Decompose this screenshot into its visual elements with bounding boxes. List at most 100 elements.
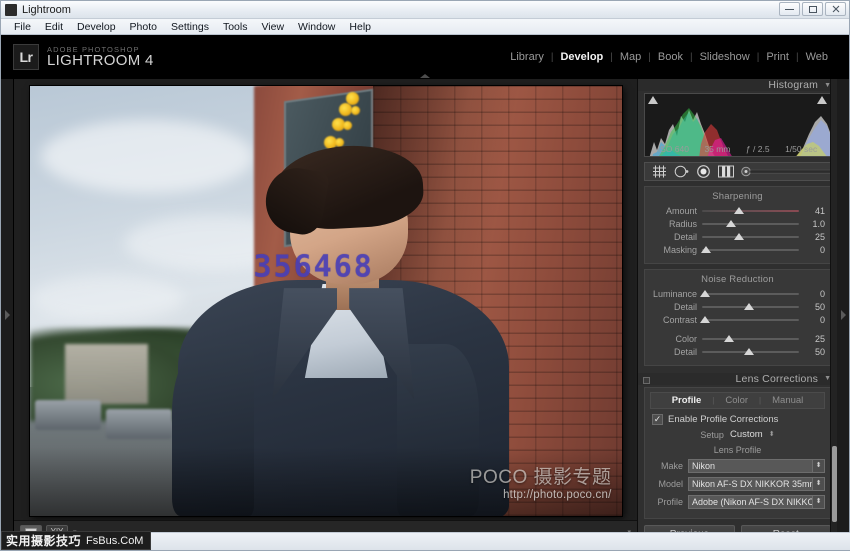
highlight-clipping-icon[interactable] xyxy=(817,96,827,105)
lens-model-dropdown[interactable]: Nikon AF-S DX NIKKOR 35mm... ⬍ xyxy=(688,476,825,491)
sharpening-section: Sharpening Amount 41 Radius 1.0 Detail 2… xyxy=(644,185,831,264)
crop-overlay-icon[interactable] xyxy=(652,165,667,178)
close-button[interactable] xyxy=(825,2,846,16)
exif-aperture: ƒ / 2.5 xyxy=(745,144,770,155)
adjustment-brush-icon[interactable] xyxy=(741,166,837,177)
menu-item-help[interactable]: Help xyxy=(342,21,378,33)
menu-item-settings[interactable]: Settings xyxy=(164,21,216,33)
module-print[interactable]: Print xyxy=(759,51,796,63)
lens-make-row[interactable]: Make Nikon ⬍ xyxy=(650,458,825,473)
right-panel-scrollbar[interactable] xyxy=(830,79,837,550)
lens-profile-title: Lens Profile xyxy=(713,445,762,455)
lens-corrections-header[interactable]: Lens Corrections ▼ xyxy=(638,372,837,385)
slider-label: Detail xyxy=(673,302,697,313)
chevron-right-icon xyxy=(4,309,10,320)
slider-track[interactable] xyxy=(699,289,799,300)
slider-color-detail[interactable]: Detail 50 xyxy=(650,346,825,359)
right-panel-collapse-toggle[interactable] xyxy=(837,79,849,550)
lens-corrections-title: Lens Corrections xyxy=(735,372,819,385)
menu-item-file[interactable]: File xyxy=(7,21,38,33)
slider-label: Amount xyxy=(665,206,697,217)
slider-detail[interactable]: Detail 25 xyxy=(650,231,825,244)
tab-manual[interactable]: Manual xyxy=(765,395,810,406)
work-area: 356468 POCO 摄影专题 http://photo.poco.cn/ Y… xyxy=(1,79,849,550)
enable-profile-corrections-row[interactable]: ✓ Enable Profile Corrections xyxy=(652,414,825,425)
slider-track[interactable] xyxy=(702,347,799,358)
slider-label: Detail xyxy=(673,347,697,358)
menu-item-view[interactable]: View xyxy=(254,21,291,33)
lens-profile-row[interactable]: Profile Adobe (Nikon AF-S DX NIKKO... ⬍ xyxy=(650,494,825,509)
stepper-icon[interactable]: ⬍ xyxy=(769,431,775,438)
slider-label: Color xyxy=(675,334,697,345)
module-library[interactable]: Library xyxy=(503,51,551,63)
module-book[interactable]: Book xyxy=(651,51,690,63)
slider-luminance-detail[interactable]: Detail 50 xyxy=(650,301,825,314)
slider-label: Contrast xyxy=(662,315,697,326)
minimize-button[interactable] xyxy=(779,2,800,16)
lens-corrections-tabs: Profile | Color | Manual xyxy=(650,392,825,409)
stepper-icon[interactable]: ⬍ xyxy=(812,477,824,490)
slider-color[interactable]: Color 25 xyxy=(650,333,825,346)
checkbox-enable-profile-corrections[interactable]: ✓ xyxy=(652,414,663,425)
slider-track[interactable] xyxy=(702,206,799,217)
histogram-header[interactable]: Histogram ▼ xyxy=(638,79,837,92)
photo-frame[interactable]: 356468 POCO 摄影专题 http://photo.poco.cn/ xyxy=(29,86,622,516)
slider-amount[interactable]: Amount 41 xyxy=(650,205,825,218)
menu-item-develop[interactable]: Develop xyxy=(70,21,123,33)
slider-masking[interactable]: Masking 0 xyxy=(650,244,825,257)
red-eye-icon[interactable] xyxy=(696,165,711,178)
menu-item-edit[interactable]: Edit xyxy=(38,21,70,33)
lens-make-dropdown[interactable]: Nikon ⬍ xyxy=(688,458,825,473)
slider-value: 1.0 xyxy=(812,219,825,230)
shadow-clipping-icon[interactable] xyxy=(648,96,658,105)
module-slideshow[interactable]: Slideshow xyxy=(693,51,757,63)
lens-profile-value: Adobe (Nikon AF-S DX NIKKO... xyxy=(692,496,821,507)
spot-removal-icon[interactable] xyxy=(674,165,689,178)
scrollbar-thumb[interactable] xyxy=(832,446,837,522)
slider-luminance-contrast[interactable]: Contrast 0 xyxy=(650,314,825,327)
stepper-icon[interactable]: ⬍ xyxy=(812,459,824,472)
number-watermark: 356468 xyxy=(253,249,374,285)
slider-track[interactable] xyxy=(700,245,799,256)
slider-track[interactable] xyxy=(702,334,799,345)
module-map[interactable]: Map xyxy=(613,51,648,63)
setup-value[interactable]: Custom xyxy=(730,429,763,440)
slider-track[interactable] xyxy=(702,302,799,313)
lens-profile-dropdown[interactable]: Adobe (Nikon AF-S DX NIKKO... ⬍ xyxy=(688,494,825,509)
stepper-icon[interactable]: ⬍ xyxy=(812,495,824,508)
menu-item-tools[interactable]: Tools xyxy=(216,21,255,33)
slider-track[interactable] xyxy=(699,315,799,326)
noise-reduction-title: Noise Reduction xyxy=(701,273,774,285)
image-canvas[interactable]: 356468 POCO 摄影专题 http://photo.poco.cn/ xyxy=(14,79,637,520)
module-develop[interactable]: Develop xyxy=(553,51,610,63)
slider-label: Detail xyxy=(673,232,697,243)
panel-switch-icon[interactable] xyxy=(643,376,650,384)
menu-item-photo[interactable]: Photo xyxy=(123,21,164,33)
module-web[interactable]: Web xyxy=(799,51,835,63)
lens-model-row[interactable]: Model Nikon AF-S DX NIKKOR 35mm... ⬍ xyxy=(650,476,825,491)
application-window: lightroom-icon Lightroom File Edit Devel… xyxy=(0,0,850,551)
top-panel-collapse-toggle[interactable] xyxy=(402,72,448,79)
lens-profile-label: Profile xyxy=(657,496,683,507)
graduated-filter-icon[interactable] xyxy=(718,165,734,178)
histogram-graph[interactable]: ISO 640 35 mm ƒ / 2.5 1/50 sec xyxy=(644,93,831,158)
photo-image xyxy=(29,86,622,516)
setup-row[interactable]: Setup Custom ⬍ xyxy=(650,429,825,440)
slider-track[interactable] xyxy=(702,232,799,243)
left-panel-collapse-toggle[interactable] xyxy=(1,79,14,550)
watermark-english: FsBus.CoM xyxy=(86,534,144,547)
tab-profile[interactable]: Profile xyxy=(665,395,709,406)
tab-color[interactable]: Color xyxy=(718,395,755,406)
identity-plate[interactable]: Lr ADOBE PHOTOSHOP LIGHTROOM 4 xyxy=(13,44,154,70)
slider-label: Luminance xyxy=(652,289,697,300)
site-watermark: 实用摄影技巧 FsBus.CoM xyxy=(1,531,152,550)
slider-track[interactable] xyxy=(702,219,799,230)
title-bar: lightroom-icon Lightroom xyxy=(1,1,849,19)
maximize-button[interactable] xyxy=(802,2,823,16)
slider-radius[interactable]: Radius 1.0 xyxy=(650,218,825,231)
slider-luminance[interactable]: Luminance 0 xyxy=(650,288,825,301)
slider-value: 50 xyxy=(814,302,825,313)
lens-model-value: Nikon AF-S DX NIKKOR 35mm... xyxy=(692,478,821,489)
develop-tool-strip xyxy=(644,162,836,181)
menu-item-window[interactable]: Window xyxy=(291,21,342,33)
